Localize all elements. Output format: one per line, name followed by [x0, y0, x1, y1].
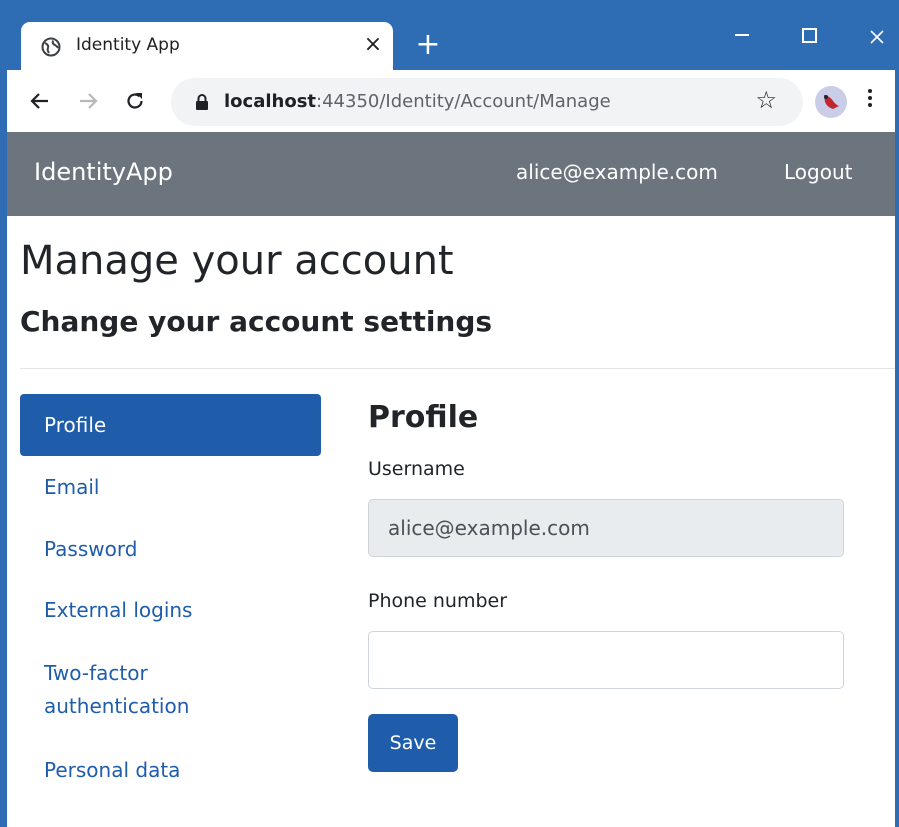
close-icon — [870, 30, 884, 44]
browser-titlebar: Identity App × + — [7, 8, 897, 72]
sidebar-item-two-factor[interactable]: Two-factor authentication — [20, 657, 220, 723]
url-path: :44350/Identity/Account/Manage — [316, 91, 611, 112]
window-close-button[interactable] — [857, 20, 897, 54]
username-label: Username — [368, 458, 465, 480]
browser-toolbar: localhost:44350/Identity/Account/Manage … — [7, 70, 895, 132]
window-frame-right — [895, 0, 899, 827]
phone-number-field[interactable] — [368, 631, 844, 689]
app-navbar: IdentityApp alice@example.com Logout — [7, 132, 895, 216]
forward-arrow-icon — [80, 93, 98, 109]
close-icon[interactable]: × — [361, 31, 385, 59]
maximize-icon — [801, 28, 817, 43]
tab-title: Identity App — [76, 35, 180, 55]
url-host: localhost — [224, 91, 317, 112]
window-frame-top — [0, 0, 899, 8]
phone-label: Phone number — [368, 590, 508, 612]
brand-link[interactable]: IdentityApp — [34, 158, 173, 186]
minimize-button[interactable] — [722, 20, 762, 54]
lock-icon — [196, 94, 208, 110]
sidebar-item-password[interactable]: Password — [20, 535, 321, 563]
maximize-button[interactable] — [789, 20, 829, 54]
new-tab-button[interactable]: + — [411, 30, 445, 64]
sidebar-item-email[interactable]: Email — [20, 473, 321, 501]
page-subtitle: Change your account settings — [20, 305, 493, 338]
sidebar-item-external-logins[interactable]: External logins — [20, 596, 321, 624]
sidebar-item-profile[interactable]: Profile — [20, 394, 321, 456]
bird-icon — [824, 95, 839, 109]
minimize-icon — [735, 34, 749, 36]
reload-icon — [127, 93, 143, 109]
url-text: localhost:44350/Identity/Account/Manage — [224, 91, 611, 112]
globe-icon — [41, 37, 61, 57]
kebab-menu-icon[interactable] — [865, 86, 875, 116]
divider — [20, 368, 895, 369]
logout-link[interactable]: Logout — [784, 160, 852, 184]
back-arrow-icon — [30, 93, 48, 109]
page-title: Manage your account — [20, 238, 454, 284]
address-bar[interactable]: localhost:44350/Identity/Account/Manage … — [171, 78, 803, 126]
profile-heading: Profile — [368, 400, 479, 435]
window-frame-left — [0, 0, 7, 827]
star-icon[interactable]: ☆ — [755, 86, 777, 114]
reload-button[interactable] — [118, 84, 152, 118]
forward-button[interactable] — [71, 84, 105, 118]
back-button[interactable] — [23, 84, 57, 118]
save-button[interactable]: Save — [368, 714, 458, 772]
user-email-link[interactable]: alice@example.com — [516, 160, 718, 184]
sidebar-item-personal-data[interactable]: Personal data — [20, 756, 321, 784]
profile-avatar-icon[interactable] — [815, 86, 847, 118]
username-field[interactable] — [368, 499, 844, 557]
browser-tab[interactable]: Identity App × — [21, 22, 393, 72]
